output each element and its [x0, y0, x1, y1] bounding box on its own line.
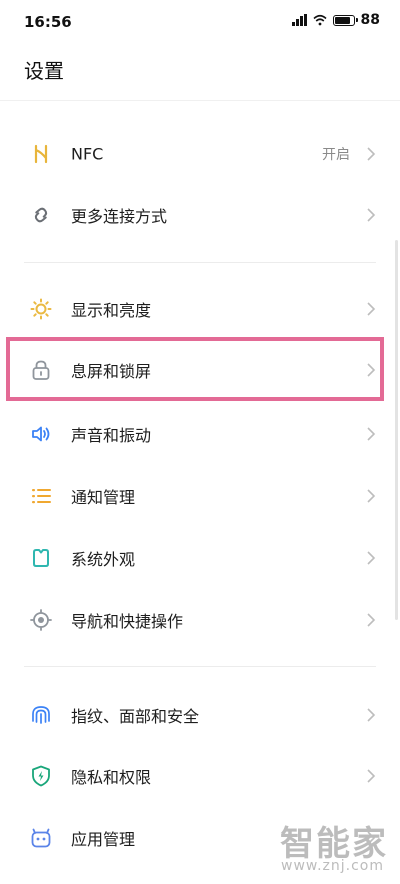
settings-item-notifications[interactable]: 通知管理 [0, 467, 400, 525]
settings-item-label: 系统外观 [71, 550, 136, 569]
settings-item-nfc[interactable]: NFC 开启 [0, 125, 400, 183]
settings-item-label: 更多连接方式 [71, 207, 168, 226]
battery-level: 88 [360, 12, 380, 28]
app-icon [30, 827, 52, 849]
settings-item-label: 隐私和权限 [71, 768, 152, 787]
group-divider [24, 262, 376, 263]
link-icon [30, 204, 52, 226]
battery-icon [332, 14, 358, 26]
signal-icon [292, 14, 307, 26]
status-icons: 88 [292, 12, 380, 28]
settings-item-value: 开启 [322, 147, 350, 163]
settings-item-navigation[interactable]: 导航和快捷操作 [0, 591, 400, 649]
speaker-icon [30, 423, 52, 445]
chevron-right-icon [367, 147, 376, 161]
settings-item-sound[interactable]: 声音和振动 [0, 405, 400, 463]
watermark-url: www.znj.com [281, 858, 384, 874]
page-title: 设置 [24, 59, 64, 83]
settings-item-security[interactable]: 指纹、面部和安全 [0, 686, 400, 744]
highlight-box [6, 337, 384, 401]
status-bar: 16:56 88 [0, 0, 400, 40]
settings-item-label: NFC [71, 144, 104, 164]
navigation-icon [30, 609, 52, 631]
chevron-right-icon [367, 427, 376, 441]
settings-item-label: 通知管理 [71, 488, 136, 507]
settings-item-label: 显示和亮度 [71, 301, 152, 320]
chevron-right-icon [367, 769, 376, 783]
nfc-icon [30, 143, 52, 165]
settings-item-appearance[interactable]: 系统外观 [0, 529, 400, 587]
scrollbar[interactable] [395, 240, 398, 620]
settings-item-privacy[interactable]: 隐私和权限 [0, 747, 400, 805]
wifi-icon [312, 14, 327, 26]
chevron-right-icon [367, 208, 376, 222]
title-divider [0, 100, 400, 101]
theme-icon [30, 547, 52, 569]
settings-item-display[interactable]: 显示和亮度 [0, 280, 400, 338]
status-time: 16:56 [24, 13, 72, 31]
group-divider [24, 666, 376, 667]
chevron-right-icon [367, 613, 376, 627]
sun-icon [30, 298, 52, 320]
fingerprint-icon [30, 704, 52, 726]
settings-item-label: 应用管理 [71, 830, 136, 849]
chevron-right-icon [367, 708, 376, 722]
list-icon [30, 485, 52, 507]
watermark: 智能家 www.znj.com [278, 816, 388, 878]
shield-icon [30, 765, 52, 787]
chevron-right-icon [367, 302, 376, 316]
settings-item-label: 声音和振动 [71, 426, 152, 445]
settings-item-label: 指纹、面部和安全 [71, 707, 200, 726]
settings-item-label: 导航和快捷操作 [71, 612, 184, 631]
settings-item-more-connections[interactable]: 更多连接方式 [0, 186, 400, 244]
chevron-right-icon [367, 551, 376, 565]
chevron-right-icon [367, 489, 376, 503]
